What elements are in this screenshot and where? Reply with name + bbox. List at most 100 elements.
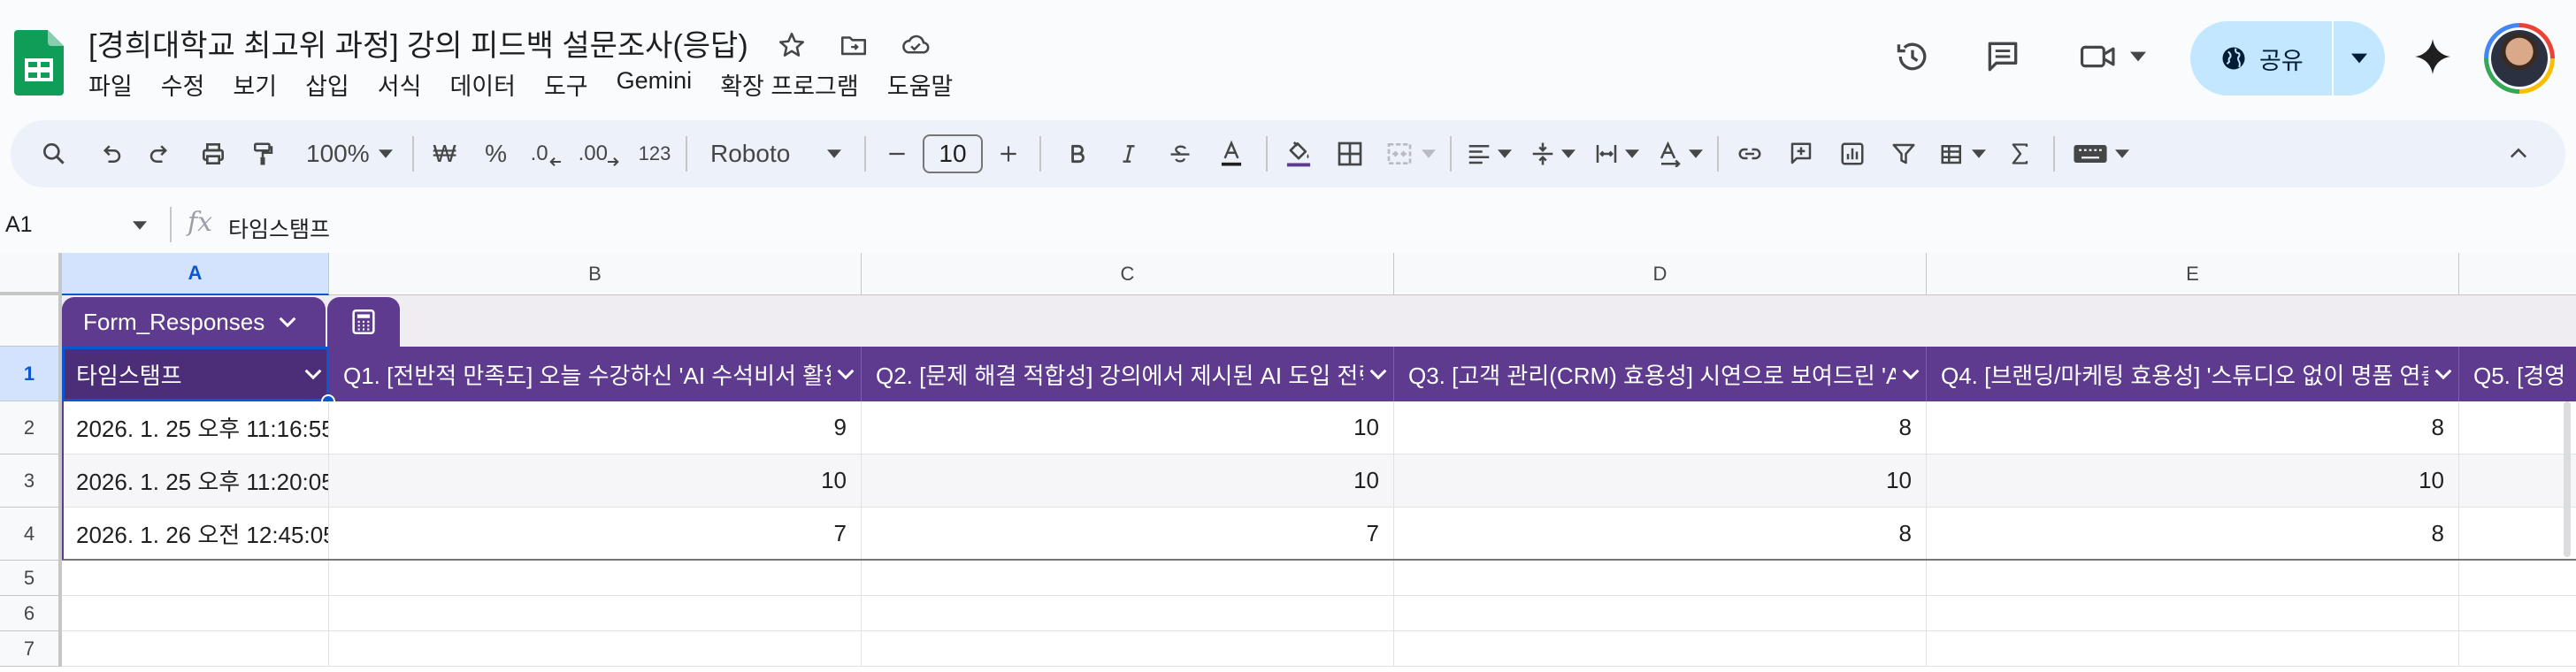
empty-cell[interactable]	[1394, 631, 1927, 667]
number-format-button[interactable]: 123	[632, 127, 677, 180]
redo-icon[interactable]	[138, 127, 182, 180]
vertical-scrollbar[interactable]	[2564, 401, 2571, 557]
row-header-6[interactable]: 6	[0, 596, 62, 631]
table-cell[interactable]: 10	[862, 454, 1394, 508]
share-dropdown-button[interactable]	[2334, 21, 2385, 95]
row-header-1[interactable]: 1	[0, 347, 62, 401]
menu-extensions[interactable]: 확장 프로그램	[720, 65, 873, 103]
table-cell[interactable]: 2026. 1. 25 오후 11:16:55	[62, 401, 329, 454]
functions-icon[interactable]	[1998, 127, 2043, 180]
menu-insert[interactable]: 삽입	[305, 65, 364, 103]
empty-cell[interactable]	[1394, 596, 1927, 631]
percent-format-button[interactable]: %	[474, 127, 518, 180]
column-header-d[interactable]: D	[1394, 253, 1927, 295]
increase-font-size-button[interactable]	[986, 127, 1031, 180]
menu-help[interactable]: 도움말	[887, 65, 968, 103]
table-cell[interactable]: 8	[1927, 508, 2459, 561]
gemini-sparkle-icon[interactable]	[2406, 30, 2459, 83]
vertical-align-icon[interactable]	[1524, 127, 1581, 180]
sheets-logo-icon[interactable]	[14, 30, 64, 95]
collapse-menus-icon[interactable]	[2496, 127, 2541, 180]
insert-comment-icon[interactable]	[1779, 127, 1823, 180]
header-cell-q1[interactable]: Q1. [전반적 만족도] 오늘 수강하신 'AI 수석비서 활용	[329, 347, 862, 401]
empty-cell[interactable]	[1927, 561, 2459, 596]
empty-cell[interactable]	[62, 631, 329, 667]
empty-cell[interactable]	[62, 561, 329, 596]
borders-icon[interactable]	[1328, 127, 1372, 180]
table-cell[interactable]: 9	[329, 401, 862, 454]
menu-format[interactable]: 서식	[378, 65, 436, 103]
empty-cell[interactable]	[329, 561, 862, 596]
chevron-down-icon[interactable]	[1896, 369, 1926, 379]
filter-icon[interactable]	[1882, 127, 1926, 180]
header-cell-q5[interactable]: Q5. [경영	[2459, 347, 2576, 401]
row-header-2[interactable]: 2	[0, 401, 62, 454]
menu-view[interactable]: 보기	[233, 65, 291, 103]
empty-cell[interactable]	[329, 631, 862, 667]
table-cell[interactable]: 8	[1394, 508, 1927, 561]
header-cell-q2[interactable]: Q2. [문제 해결 적합성] 강의에서 제시된 AI 도입 전략	[862, 347, 1394, 401]
menu-edit[interactable]: 수정	[161, 65, 219, 103]
font-select[interactable]: Roboto	[696, 127, 855, 180]
strikethrough-icon[interactable]	[1158, 127, 1202, 180]
chevron-down-icon[interactable]	[133, 221, 147, 230]
column-header-e[interactable]: E	[1927, 253, 2459, 295]
decrease-decimal-button[interactable]: .0	[524, 127, 568, 180]
header-cell-timestamp[interactable]: 타임스탬프	[62, 347, 329, 401]
empty-cell[interactable]	[1394, 561, 1927, 596]
menu-tools[interactable]: 도구	[544, 65, 602, 103]
italic-icon[interactable]	[1107, 127, 1151, 180]
move-folder-icon[interactable]	[833, 25, 874, 65]
text-rotation-icon[interactable]	[1652, 127, 1708, 180]
row-header-5[interactable]: 5	[0, 561, 62, 596]
insert-chart-icon[interactable]	[1830, 127, 1874, 180]
formula-input[interactable]: 타임스탬프	[228, 212, 330, 244]
insert-link-icon[interactable]	[1728, 127, 1772, 180]
row-header-3[interactable]: 3	[0, 454, 62, 508]
increase-decimal-button[interactable]: .00	[573, 127, 625, 180]
table-cell[interactable]	[2459, 454, 2576, 508]
row-header-4[interactable]: 4	[0, 508, 62, 561]
column-header-a[interactable]: A	[62, 253, 329, 295]
empty-cell[interactable]	[2459, 561, 2576, 596]
meet-call-button[interactable]	[2068, 30, 2157, 83]
empty-cell[interactable]	[862, 561, 1394, 596]
menu-file[interactable]: 파일	[88, 65, 147, 103]
name-box[interactable]: A1	[5, 212, 33, 238]
table-cell[interactable]: 8	[1394, 401, 1927, 454]
text-wrapping-icon[interactable]	[1588, 127, 1644, 180]
table-name-chip[interactable]: Form_Responses	[62, 297, 326, 347]
document-title[interactable]: [경희대학교 최고위 과정] 강의 피드백 설문조사(응답)	[88, 21, 748, 65]
currency-format-button[interactable]: ₩	[423, 127, 467, 180]
text-color-icon[interactable]	[1209, 127, 1254, 180]
paint-format-icon[interactable]	[241, 127, 285, 180]
chevron-down-icon[interactable]	[831, 369, 861, 379]
empty-cell[interactable]	[62, 596, 329, 631]
table-cell[interactable]	[2459, 508, 2576, 561]
empty-cell[interactable]	[862, 596, 1394, 631]
empty-cell[interactable]	[1927, 596, 2459, 631]
select-all-corner[interactable]	[0, 253, 62, 295]
table-cell[interactable]: 10	[862, 401, 1394, 454]
menu-gemini[interactable]: Gemini	[617, 65, 707, 103]
star-icon[interactable]	[771, 25, 812, 65]
decrease-font-size-button[interactable]	[875, 127, 919, 180]
print-icon[interactable]	[191, 127, 235, 180]
table-cell[interactable]	[2459, 401, 2576, 454]
column-header-b[interactable]: B	[329, 253, 862, 295]
empty-cell[interactable]	[1927, 631, 2459, 667]
search-menus-icon[interactable]	[32, 127, 76, 180]
empty-cell[interactable]	[862, 631, 1394, 667]
table-cell[interactable]: 2026. 1. 25 오후 11:20:05	[62, 454, 329, 508]
zoom-select[interactable]: 100%	[301, 127, 398, 180]
bold-icon[interactable]	[1055, 127, 1100, 180]
header-cell-q3[interactable]: Q3. [고객 관리(CRM) 효용성] 시연으로 보여드린 'AI	[1394, 347, 1927, 401]
table-calculator-button[interactable]	[327, 297, 400, 347]
column-header-f[interactable]	[2459, 253, 2576, 295]
table-cell[interactable]: 10	[1927, 454, 2459, 508]
table-cell[interactable]: 7	[862, 508, 1394, 561]
table-cell[interactable]: 10	[1394, 454, 1927, 508]
chevron-down-icon[interactable]	[298, 369, 328, 379]
chevron-down-icon[interactable]	[1363, 369, 1393, 379]
empty-cell[interactable]	[329, 596, 862, 631]
